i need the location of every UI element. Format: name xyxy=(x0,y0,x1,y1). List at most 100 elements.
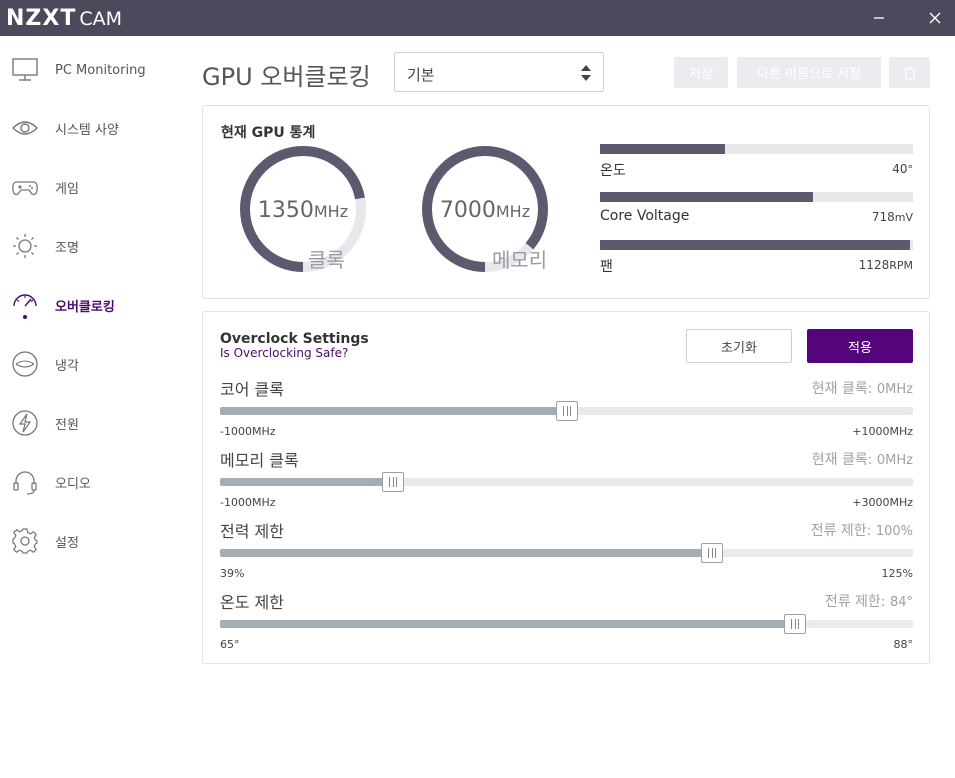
sidebar-item-lighting[interactable]: 조명 xyxy=(0,221,190,271)
memory-clock-slider[interactable] xyxy=(220,472,913,492)
logo-brand: NZXT xyxy=(6,6,77,31)
sidebar-item-label: 냉각 xyxy=(55,358,79,374)
sidebar-item-label: 오버클로킹 xyxy=(55,299,115,315)
core-clock-slider[interactable] xyxy=(220,401,913,421)
gpu-stats-title: 현재 GPU 통계 xyxy=(221,125,316,141)
sidebar-item-label: PC Monitoring xyxy=(55,62,146,78)
temp-limit-min: 65° xyxy=(220,638,240,651)
power-limit-slider-thumb[interactable] xyxy=(701,543,724,563)
memory-gauge: 7000MHz 메모리 xyxy=(420,144,560,284)
profile-select[interactable]: 기본 xyxy=(394,52,604,92)
temp-limit-current: 전류 제한: 84° xyxy=(824,594,913,610)
speedometer-icon xyxy=(11,291,39,319)
sidebar-item-pc-monitoring[interactable]: PC Monitoring xyxy=(0,45,190,95)
gamepad-icon xyxy=(11,173,39,201)
memory-clock-label: 메모리 클록 xyxy=(220,451,299,470)
sidebar-item-label: 시스템 사양 xyxy=(55,122,119,138)
sidebar-item-settings[interactable]: 설정 xyxy=(0,516,190,566)
gpu-stats-card: 현재 GPU 통계 1350MHz 클록 7000MHz 메모리 온도 40° … xyxy=(202,105,930,299)
temperature-bar xyxy=(600,144,726,154)
select-arrows-icon xyxy=(581,65,591,81)
eye-icon xyxy=(11,114,39,142)
save-button[interactable]: 저장 xyxy=(674,57,728,88)
gear-icon xyxy=(11,527,39,555)
temp-limit-slider-thumb[interactable] xyxy=(784,614,807,634)
temp-limit-slider-row: 온도 제한 전류 제한: 84° 65° 88° xyxy=(220,589,913,653)
overclock-settings-card: Overclock Settings Is Overclocking Safe?… xyxy=(202,311,930,664)
fan-stat: 팬 1128RPM xyxy=(600,240,913,280)
temperature-value: 40° xyxy=(892,162,913,176)
minimize-button[interactable] xyxy=(867,6,891,30)
sidebar-item-system-specs[interactable]: 시스템 사양 xyxy=(0,103,190,153)
overclocking-safe-link[interactable]: Is Overclocking Safe? xyxy=(220,346,348,360)
sidebar-item-overclocking[interactable]: 오버클로킹 xyxy=(0,280,190,330)
clock-gauge: 1350MHz 클록 xyxy=(238,144,378,284)
temperature-label: 온도 xyxy=(600,163,626,179)
core-voltage-value: 718mV xyxy=(871,210,913,224)
app-logo: NZXT CAM xyxy=(6,6,123,31)
sidebar-item-games[interactable]: 게임 xyxy=(0,162,190,212)
page-title: GPU 오버클로킹 xyxy=(202,63,371,91)
sidebar-item-cooling[interactable]: 냉각 xyxy=(0,339,190,389)
core-clock-slider-row: 코어 클록 현재 클록: 0MHz -1000MHz +1000MHz xyxy=(220,376,913,440)
lightning-icon xyxy=(11,409,39,437)
temperature-stat: 온도 40° xyxy=(600,144,913,184)
monitor-icon xyxy=(11,56,39,84)
core-voltage-bar xyxy=(600,192,813,202)
memory-clock-max: +3000MHz xyxy=(852,496,913,509)
fan-bar xyxy=(600,240,910,250)
clock-value: 1350MHz xyxy=(257,198,349,223)
sidebar: PC Monitoring 시스템 사양 게임 조명 오버클로킹 냉각 전원 오… xyxy=(0,36,190,778)
minimize-icon xyxy=(874,17,884,19)
grip-icon xyxy=(562,406,571,416)
trash-icon xyxy=(904,65,915,80)
save-as-button[interactable]: 다른 이름으로 저장 xyxy=(737,57,881,88)
sun-icon xyxy=(11,232,39,260)
memory-clock-min: -1000MHz xyxy=(220,496,276,509)
memory-label: 메모리 xyxy=(492,248,548,272)
headset-icon xyxy=(11,468,39,496)
reset-button[interactable]: 초기화 xyxy=(686,329,792,363)
memory-value: 7000MHz xyxy=(439,198,531,223)
profile-select-value: 기본 xyxy=(407,66,435,84)
power-limit-current: 전류 제한: 100% xyxy=(810,523,913,539)
sidebar-item-power[interactable]: 전원 xyxy=(0,398,190,448)
title-bar: NZXT CAM xyxy=(0,0,955,36)
core-clock-slider-thumb[interactable] xyxy=(555,401,578,421)
delete-button[interactable] xyxy=(889,57,930,88)
sidebar-item-label: 오디오 xyxy=(55,476,91,492)
overclock-settings-title: Overclock Settings xyxy=(220,331,369,347)
sidebar-item-audio[interactable]: 오디오 xyxy=(0,457,190,507)
memory-clock-slider-row: 메모리 클록 현재 클록: 0MHz -1000MHz +3000MHz xyxy=(220,447,913,511)
apply-button[interactable]: 적용 xyxy=(807,329,913,363)
grip-icon xyxy=(708,548,717,558)
core-clock-min: -1000MHz xyxy=(220,425,276,438)
sidebar-item-label: 전원 xyxy=(55,417,79,433)
power-limit-min: 39% xyxy=(220,567,245,580)
grip-icon xyxy=(791,619,800,629)
power-limit-slider-row: 전력 제한 전류 제한: 100% 39% 125% xyxy=(220,518,913,582)
memory-clock-slider-thumb[interactable] xyxy=(382,472,405,492)
core-voltage-label: Core Voltage xyxy=(600,208,690,224)
temp-limit-label: 온도 제한 xyxy=(220,593,284,612)
core-clock-current: 현재 클록: 0MHz xyxy=(811,381,913,397)
core-clock-max: +1000MHz xyxy=(852,425,913,438)
power-limit-slider[interactable] xyxy=(220,543,913,563)
grip-icon xyxy=(389,477,398,487)
temp-limit-slider[interactable] xyxy=(220,614,913,634)
clock-label: 클록 xyxy=(308,248,345,272)
sidebar-item-label: 게임 xyxy=(55,181,79,197)
core-clock-label: 코어 클록 xyxy=(220,380,284,399)
temp-limit-max: 88° xyxy=(893,638,914,651)
sidebar-item-label: 설정 xyxy=(55,535,79,551)
cooling-icon xyxy=(11,350,39,378)
power-limit-label: 전력 제한 xyxy=(220,522,284,541)
sidebar-item-label: 조명 xyxy=(55,240,79,256)
close-icon xyxy=(929,12,941,24)
power-limit-max: 125% xyxy=(881,567,913,580)
core-voltage-stat: Core Voltage 718mV xyxy=(600,192,913,232)
logo-product: CAM xyxy=(79,8,123,30)
close-button[interactable] xyxy=(923,6,947,30)
memory-clock-current: 현재 클록: 0MHz xyxy=(811,452,913,468)
fan-label: 팬 xyxy=(600,259,613,275)
